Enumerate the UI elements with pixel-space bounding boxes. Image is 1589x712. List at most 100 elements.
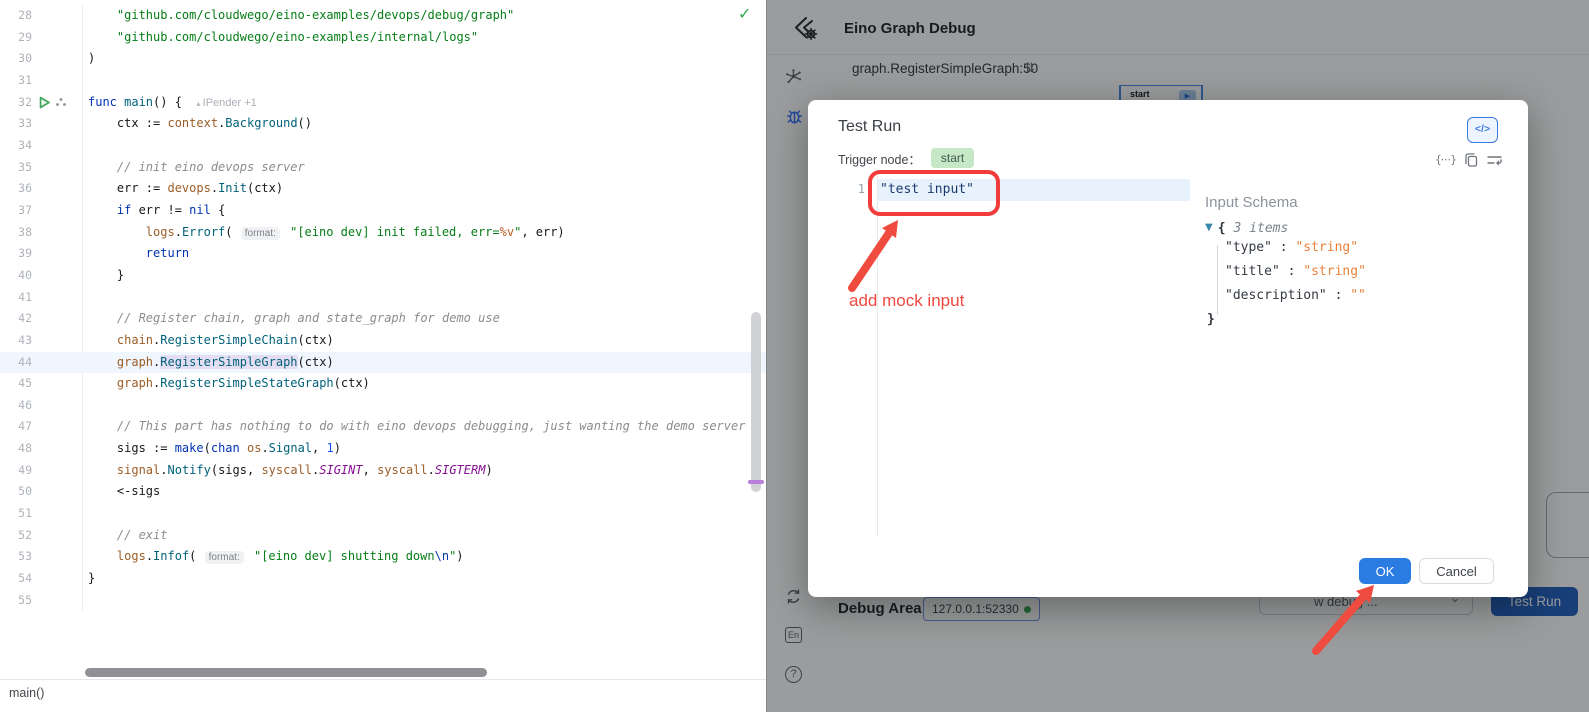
gutter: 30	[0, 48, 82, 70]
gutter: 47	[0, 416, 82, 438]
code-text	[82, 590, 766, 612]
code-text: logs.Infof( format: "[eino dev] shutting…	[82, 546, 766, 568]
code-line[interactable]: 40 }	[0, 265, 766, 287]
code-text: graph.RegisterSimpleStateGraph(ctx)	[82, 373, 766, 395]
code-text: // exit	[82, 525, 766, 547]
mock-input-value[interactable]: "test input"	[880, 182, 974, 197]
code-text: // Register chain, graph and state_graph…	[82, 308, 766, 330]
modal-title: Test Run	[838, 118, 901, 136]
gutter: 32	[0, 92, 82, 114]
cancel-button[interactable]: Cancel	[1419, 558, 1494, 584]
code-line[interactable]: 52 // exit	[0, 525, 766, 547]
inspection-ok-icon[interactable]: ✓	[738, 4, 751, 23]
code-text: }	[82, 265, 766, 287]
code-line[interactable]: 39 return	[0, 243, 766, 265]
code-line[interactable]: 37 if err != nil {	[0, 200, 766, 222]
line-number: 44	[0, 352, 32, 374]
gutter: 36	[0, 178, 82, 200]
code-line[interactable]: 47 // This part has nothing to do with e…	[0, 416, 766, 438]
schema-row: "description" : ""	[1225, 284, 1366, 308]
mock-input-editor[interactable]: 1 "test input"	[838, 176, 1190, 536]
code-line[interactable]: 48 sigs := make(chan os.Signal, 1)	[0, 438, 766, 460]
code-line[interactable]: 35 // init eino devops server	[0, 157, 766, 179]
line-number: 51	[0, 503, 32, 525]
code-lines: 28 "github.com/cloudwego/eino-examples/d…	[0, 5, 766, 611]
gutter: 55	[0, 590, 82, 612]
code-text	[82, 70, 766, 92]
line-number: 31	[0, 70, 32, 92]
code-line[interactable]: 36 err := devops.Init(ctx)	[0, 178, 766, 200]
vertical-scrollbar[interactable]	[751, 312, 761, 492]
close-brace: }	[1207, 312, 1215, 327]
code-text: ctx := context.Background()	[82, 113, 766, 135]
gutter: 48	[0, 438, 82, 460]
line-number: 28	[0, 5, 32, 27]
code-line[interactable]: 51	[0, 503, 766, 525]
line-number: 54	[0, 568, 32, 590]
code-text: // This part has nothing to do with eino…	[82, 416, 766, 438]
line-number: 29	[0, 27, 32, 49]
gutter: 39	[0, 243, 82, 265]
code-line[interactable]: 33 ctx := context.Background()	[0, 113, 766, 135]
code-line[interactable]: 29 "github.com/cloudwego/eino-examples/i…	[0, 27, 766, 49]
code-line[interactable]: 43 chain.RegisterSimpleChain(ctx)	[0, 330, 766, 352]
code-editor[interactable]: 28 "github.com/cloudwego/eino-examples/d…	[0, 0, 766, 712]
code-text: chain.RegisterSimpleChain(ctx)	[82, 330, 766, 352]
collapse-triangle-icon[interactable]: ▼	[1205, 222, 1213, 233]
code-line[interactable]: 50 <-sigs	[0, 481, 766, 503]
code-text	[82, 287, 766, 309]
gutter: 40	[0, 265, 82, 287]
code-text: "github.com/cloudwego/eino-examples/devo…	[82, 5, 766, 27]
code-line[interactable]: 54}	[0, 568, 766, 590]
ok-button[interactable]: OK	[1359, 558, 1411, 584]
run-icon[interactable]	[38, 96, 51, 109]
code-line[interactable]: 31	[0, 70, 766, 92]
code-text: }	[82, 568, 766, 590]
code-text: return	[82, 243, 766, 265]
code-line[interactable]: 49 signal.Notify(sigs, syscall.SIGINT, s…	[0, 460, 766, 482]
line-number: 50	[0, 481, 32, 503]
copy-icon[interactable]	[1465, 153, 1478, 167]
gutter: 34	[0, 135, 82, 157]
schema-row: "type" : "string"	[1225, 236, 1366, 260]
tree-guide-line	[1217, 245, 1218, 315]
wrap-text-icon[interactable]	[1487, 154, 1502, 167]
code-text: func main() { IPender +1	[82, 92, 766, 114]
code-line[interactable]: 34	[0, 135, 766, 157]
gutter: 50	[0, 481, 82, 503]
line-number: 40	[0, 265, 32, 287]
code-line[interactable]: 38 logs.Errorf( format: "[eino dev] init…	[0, 222, 766, 244]
trigger-node-label: Trigger node：	[838, 149, 921, 168]
code-view-toggle-button[interactable]: </>	[1467, 117, 1498, 143]
usages-icon[interactable]	[55, 97, 67, 107]
line-number: 55	[0, 590, 32, 612]
code-text: logs.Errorf( format: "[eino dev] init fa…	[82, 222, 766, 244]
code-line[interactable]: 32func main() { IPender +1	[0, 92, 766, 114]
line-number: 39	[0, 243, 32, 265]
schema-row: "title" : "string"	[1225, 260, 1366, 284]
code-line[interactable]: 30)	[0, 48, 766, 70]
gutter: 37	[0, 200, 82, 222]
format-json-icon[interactable]: {⋯}	[1435, 154, 1456, 166]
gutter: 29	[0, 27, 82, 49]
code-line[interactable]: 42 // Register chain, graph and state_gr…	[0, 308, 766, 330]
code-line[interactable]: 53 logs.Infof( format: "[eino dev] shutt…	[0, 546, 766, 568]
code-text: if err != nil {	[82, 200, 766, 222]
gutter: 43	[0, 330, 82, 352]
code-line[interactable]: 55	[0, 590, 766, 612]
code-line[interactable]: 41	[0, 287, 766, 309]
line-number: 37	[0, 200, 32, 222]
horizontal-scrollbar[interactable]	[85, 668, 487, 677]
line-number: 30	[0, 48, 32, 70]
code-line[interactable]: 45 graph.RegisterSimpleStateGraph(ctx)	[0, 373, 766, 395]
input-schema-heading: Input Schema	[1205, 194, 1298, 211]
code-text: sigs := make(chan os.Signal, 1)	[82, 438, 766, 460]
code-line[interactable]: 44 graph.RegisterSimpleGraph(ctx)	[0, 352, 766, 374]
code-line[interactable]: 46	[0, 395, 766, 417]
code-line[interactable]: 28 "github.com/cloudwego/eino-examples/d…	[0, 5, 766, 27]
code-text: // init eino devops server	[82, 157, 766, 179]
gutter: 41	[0, 287, 82, 309]
breadcrumb[interactable]: main()	[9, 686, 44, 700]
editor-gutter: 1	[838, 176, 878, 536]
gutter: 45	[0, 373, 82, 395]
